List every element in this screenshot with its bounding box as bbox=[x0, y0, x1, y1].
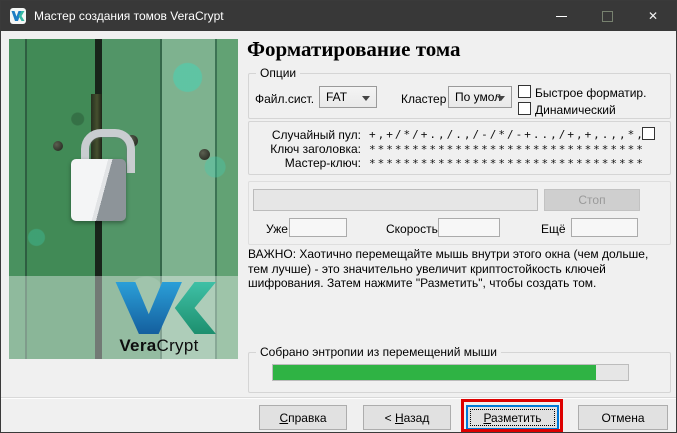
filesystem-value: FAT bbox=[326, 90, 348, 104]
veracrypt-logo-icon bbox=[10, 8, 26, 24]
format-button[interactable]: Разметить bbox=[466, 405, 559, 430]
veracrypt-wordmark: VeraCrypt bbox=[119, 336, 199, 355]
dynamic-label: Динамический bbox=[535, 103, 616, 117]
cluster-value: По умол bbox=[455, 90, 502, 104]
format-progressbar bbox=[253, 189, 538, 211]
maximize-icon bbox=[601, 10, 613, 22]
show-pool-checkbox[interactable] bbox=[642, 127, 655, 140]
chevron-down-icon bbox=[497, 96, 505, 101]
chevron-down-icon bbox=[362, 96, 370, 101]
maximize-button bbox=[584, 1, 630, 31]
master-key-label: Мастер-ключ: bbox=[284, 156, 361, 170]
footer-separator bbox=[1, 397, 676, 398]
help-button[interactable]: Справка bbox=[259, 405, 347, 430]
door-bolt-icon bbox=[199, 149, 210, 160]
veracrypt-wizard-window: Мастер создания томов VeraCrypt ✕ VeraCr… bbox=[0, 0, 677, 433]
done-label: Уже bbox=[266, 222, 288, 236]
entropy-groupbox: Собрано энтропии из перемещений мыши bbox=[248, 345, 671, 393]
random-pool-value: +,+/*/+.,/.,/-/*/-+..,/+,+,.,,*,… bbox=[369, 128, 654, 141]
entropy-fill bbox=[273, 365, 597, 380]
cancel-button[interactable]: Отмена bbox=[578, 405, 668, 430]
quick-format-checkbox[interactable] bbox=[518, 85, 531, 98]
veracrypt-logo bbox=[115, 282, 216, 334]
cluster-label: Кластер bbox=[401, 92, 447, 106]
door-bolt-icon bbox=[53, 141, 63, 151]
entropy-progressbar bbox=[272, 364, 629, 381]
done-field bbox=[289, 218, 347, 237]
options-legend: Опции bbox=[256, 66, 301, 80]
master-key-value: ******************************** bbox=[369, 157, 645, 170]
stop-button: Стоп bbox=[544, 189, 640, 211]
page-title: Форматирование тома bbox=[247, 37, 461, 61]
quick-format-label: Быстрое форматир. bbox=[535, 86, 647, 100]
back-button[interactable]: < Назад bbox=[363, 405, 451, 430]
minimize-icon bbox=[555, 15, 567, 17]
filesystem-select[interactable]: FAT bbox=[319, 86, 377, 108]
close-button[interactable]: ✕ bbox=[630, 1, 676, 31]
cluster-select[interactable]: По умол bbox=[448, 86, 512, 108]
wizard-sidebar-image: VeraCrypt bbox=[9, 39, 238, 359]
titlebar[interactable]: Мастер создания томов VeraCrypt ✕ bbox=[1, 1, 676, 31]
speed-field bbox=[438, 218, 500, 237]
minimize-button[interactable] bbox=[538, 1, 584, 31]
padlock-icon bbox=[71, 159, 126, 221]
important-notice: ВАЖНО: Хаотично перемещайте мышь внутри … bbox=[248, 247, 649, 290]
speed-label: Скорость bbox=[386, 222, 438, 236]
close-icon: ✕ bbox=[647, 9, 659, 23]
entropy-legend: Собрано энтропии из перемещений мыши bbox=[256, 345, 501, 359]
filesystem-label: Файл.сист. bbox=[255, 92, 315, 106]
window-controls: ✕ bbox=[538, 1, 676, 31]
header-key-value: ******************************** bbox=[369, 143, 645, 156]
header-key-label: Ключ заголовка: bbox=[270, 142, 361, 156]
dynamic-checkbox[interactable] bbox=[518, 102, 531, 115]
random-pool-label: Случайный пул: bbox=[271, 128, 361, 142]
left-field bbox=[571, 218, 638, 237]
window-title: Мастер создания томов VeraCrypt bbox=[34, 9, 224, 23]
left-label: Ещё bbox=[541, 222, 566, 236]
